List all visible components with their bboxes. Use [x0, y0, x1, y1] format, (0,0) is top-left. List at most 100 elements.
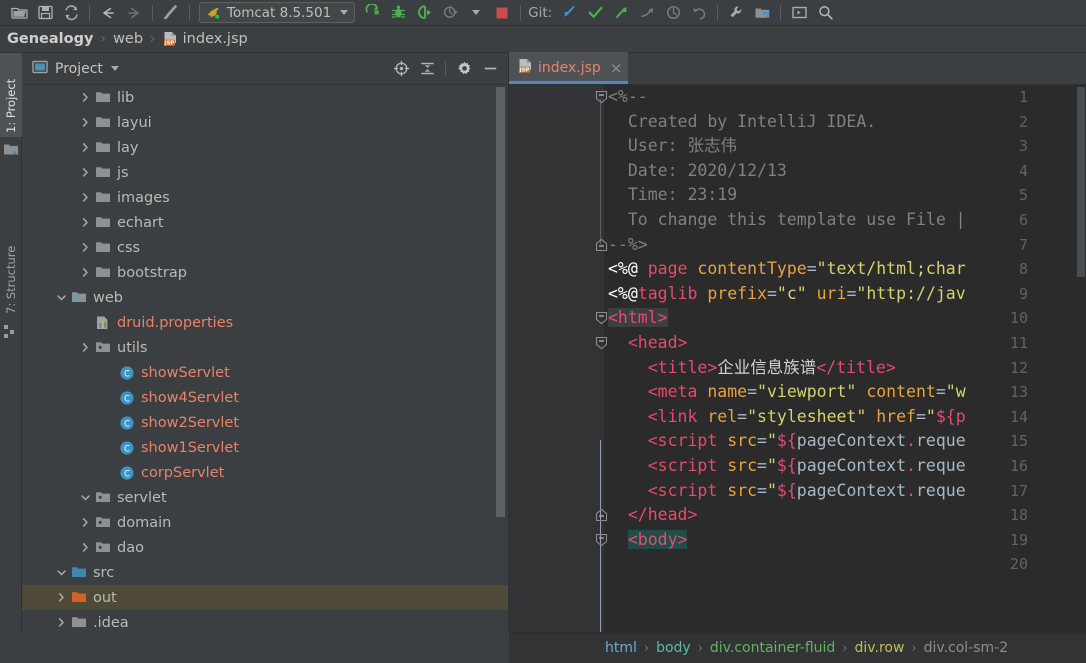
tree-row-lay[interactable]: lay: [22, 135, 508, 160]
git-commit-icon[interactable]: [582, 1, 608, 25]
git-revert-icon[interactable]: [686, 1, 712, 25]
run-icon[interactable]: [359, 1, 385, 25]
build-hammer-icon[interactable]: [158, 1, 184, 25]
chevron-down-icon[interactable]: [55, 566, 68, 579]
git-update-project-icon[interactable]: [556, 1, 582, 25]
chevron-right-icon[interactable]: [79, 541, 92, 554]
tree-row-corpservlet[interactable]: CcorpServlet: [22, 460, 508, 485]
tree-row-showservlet[interactable]: CshowServlet: [22, 360, 508, 385]
project-tree[interactable]: lib layui lay js images echart css bootstrap web…: [22, 85, 508, 663]
breadcrumb-div-row[interactable]: div.row: [855, 640, 905, 656]
chevron-down-icon[interactable]: [110, 66, 119, 71]
fold-collapse-icon[interactable]: [595, 90, 608, 104]
tree-row-images[interactable]: images: [22, 185, 508, 210]
breadcrumb-div-col-sm-2[interactable]: div.col-sm-2: [924, 640, 1009, 656]
tree-row-utils[interactable]: utils: [22, 335, 508, 360]
project-structure-icon[interactable]: [749, 1, 775, 25]
debug-icon[interactable]: [385, 1, 411, 25]
breadcrumb-file[interactable]: index.jsp: [183, 31, 248, 47]
tree-row-druid-properties[interactable]: druid.properties: [22, 310, 508, 335]
run-with-coverage-icon[interactable]: [411, 1, 437, 25]
chevron-right-icon[interactable]: [79, 141, 92, 154]
breadcrumb-web[interactable]: web: [113, 31, 143, 47]
tool-tab-label-project: 1: Project: [4, 78, 18, 133]
tree-row-echart[interactable]: echart: [22, 210, 508, 235]
collapse-all-icon[interactable]: [415, 57, 439, 81]
chevron-right-icon[interactable]: [79, 516, 92, 529]
hide-panel-icon[interactable]: [478, 57, 502, 81]
sync-refresh-icon[interactable]: [58, 1, 84, 25]
sidebar-item-project[interactable]: 1: Project: [0, 53, 22, 137]
chevron-right-icon[interactable]: [79, 341, 92, 354]
fold-collapse-icon[interactable]: [595, 336, 608, 350]
editor-gutter[interactable]: [509, 85, 604, 663]
fold-collapse-icon[interactable]: [595, 533, 608, 547]
code-token: <script: [608, 431, 728, 451]
chevron-down-icon[interactable]: [79, 491, 92, 504]
open-folder-icon[interactable]: [6, 1, 32, 25]
terminal-icon[interactable]: [786, 1, 812, 25]
fold-end-icon[interactable]: [595, 508, 608, 522]
save-all-icon[interactable]: [32, 1, 58, 25]
git-label: Git:: [528, 4, 553, 21]
git-push-icon[interactable]: [608, 1, 634, 25]
git-rebase-icon[interactable]: [634, 1, 660, 25]
chevron-right-icon[interactable]: [79, 266, 92, 279]
chevron-right-icon[interactable]: [79, 241, 92, 254]
editor-scrollbar[interactable]: [1076, 85, 1086, 663]
tree-row-layui[interactable]: layui: [22, 110, 508, 135]
tree-row-css[interactable]: css: [22, 235, 508, 260]
tree-row-out[interactable]: out: [22, 585, 508, 610]
breadcrumb-html[interactable]: html: [605, 640, 637, 656]
chevron-right-icon[interactable]: [79, 191, 92, 204]
back-arrow-icon[interactable]: [95, 1, 121, 25]
project-scrollbar[interactable]: [496, 85, 505, 663]
tree-row-dao[interactable]: dao: [22, 535, 508, 560]
close-icon[interactable]: ×: [610, 60, 623, 76]
chevron-right-icon[interactable]: [55, 591, 68, 604]
tree-row-show4servlet[interactable]: Cshow4Servlet: [22, 385, 508, 410]
tree-row-bootstrap[interactable]: bootstrap: [22, 260, 508, 285]
chevron-right-icon[interactable]: [55, 616, 68, 629]
chevron-down-icon[interactable]: [340, 10, 349, 15]
code-token: ": [766, 431, 777, 451]
chevron-right-icon[interactable]: [79, 91, 92, 104]
editor-breadcrumb-bar[interactable]: html › body › div.container-fluid › div.row › di…: [509, 632, 1086, 663]
code-token: =: [747, 382, 758, 402]
locate-target-icon[interactable]: [389, 57, 413, 81]
profile-dropdown-icon[interactable]: [463, 1, 489, 25]
sidebar-item-structure[interactable]: 7: Structure: [0, 218, 22, 318]
tree-row-js[interactable]: js: [22, 160, 508, 185]
settings-wrench-icon[interactable]: [723, 1, 749, 25]
tree-row-show2servlet[interactable]: Cshow2Servlet: [22, 410, 508, 435]
fold-end-icon[interactable]: [595, 238, 608, 251]
run-configuration-selector[interactable]: Tomcat 8.5.501: [199, 2, 356, 23]
breadcrumb-body[interactable]: body: [656, 640, 691, 656]
breadcrumb-div-container-fluid[interactable]: div.container-fluid: [710, 640, 835, 656]
stop-icon[interactable]: [489, 1, 515, 25]
forward-arrow-icon[interactable]: [121, 1, 147, 25]
profile-icon[interactable]: [437, 1, 463, 25]
chevron-down-icon[interactable]: [55, 291, 68, 304]
chevron-right-icon[interactable]: [79, 166, 92, 179]
tree-row-domain[interactable]: domain: [22, 510, 508, 535]
tree-row-lib[interactable]: lib: [22, 85, 508, 110]
editor-scrollbar-thumb[interactable]: [1077, 87, 1085, 277]
tree-row-show1servlet[interactable]: Cshow1Servlet: [22, 435, 508, 460]
tree-row-servlet[interactable]: servlet: [22, 485, 508, 510]
tree-row-src[interactable]: src: [22, 560, 508, 585]
fold-collapse-icon[interactable]: [595, 311, 608, 325]
svg-text:C: C: [124, 443, 130, 453]
code-editor[interactable]: <%-- Created by IntelliJ IDEA. User: 张志伟…: [509, 85, 1086, 663]
tree-row-web[interactable]: web: [22, 285, 508, 310]
project-scrollbar-thumb[interactable]: [496, 87, 505, 517]
editor-tab-index-jsp[interactable]: JSP index.jsp ×: [509, 52, 629, 84]
search-everywhere-icon[interactable]: [812, 1, 838, 25]
chevron-right-icon[interactable]: [79, 116, 92, 129]
line-number: 1: [1018, 88, 1028, 106]
settings-gear-icon[interactable]: [452, 57, 476, 81]
code-token: ": [766, 455, 777, 475]
chevron-right-icon[interactable]: [79, 216, 92, 229]
breadcrumb-project[interactable]: Genealogy: [7, 31, 93, 47]
git-history-icon[interactable]: [660, 1, 686, 25]
